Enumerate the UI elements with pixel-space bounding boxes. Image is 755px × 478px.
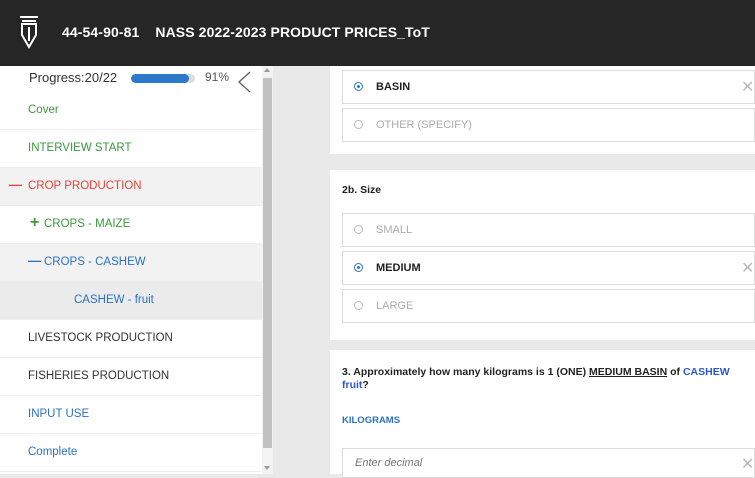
radio-empty-icon (354, 301, 363, 310)
decimal-input[interactable] (353, 456, 717, 470)
plus-icon: + (30, 214, 40, 231)
option-medium[interactable]: MEDIUM ✕ (342, 251, 755, 285)
sidebar-item-cashew-fruit[interactable]: CASHEW - fruit (0, 282, 262, 320)
sidebar-item-interview-start[interactable]: INTERVIEW START (0, 130, 262, 168)
collapse-sidebar-chevron-icon[interactable] (233, 70, 255, 94)
minus-icon: — (28, 253, 41, 268)
radio-empty-icon (354, 120, 363, 129)
option-label: BASIN (376, 81, 411, 93)
sidebar-item-fisheries-production[interactable]: FISHERIES PRODUCTION (0, 358, 262, 396)
question-prefix: 3. Approximately how many kilograms is 1… (342, 366, 590, 378)
interview-id: 44-54-90-81 (62, 24, 140, 40)
scrollbar-thumb[interactable] (263, 78, 272, 448)
radio-empty-icon (354, 225, 363, 234)
sidebar-item-crops-maize[interactable]: + CROPS - MAIZE (0, 206, 262, 244)
scroll-up-arrow-icon[interactable] (264, 68, 270, 72)
sidebar-item-cover[interactable]: Cover (0, 92, 262, 130)
questionnaire-title: NASS 2022-2023 PRODUCT PRICES_ToT (155, 24, 430, 40)
option-label: LARGE (376, 300, 414, 312)
sidebar-item-label: CROP PRODUCTION (28, 180, 142, 192)
progress-bar (131, 74, 195, 83)
question-suffix: ? (362, 379, 369, 391)
sidebar-item-input-use[interactable]: INPUT USE (0, 396, 262, 434)
minus-icon: — (9, 177, 22, 192)
kilograms-question-text: 3. Approximately how many kilograms is 1… (342, 366, 742, 392)
sidebar-item-label: CASHEW - fruit (74, 294, 154, 306)
option-basin[interactable]: BASIN ✕ (342, 70, 755, 104)
option-small[interactable]: SMALL (342, 213, 755, 247)
sidebar-item-label: CROPS - CASHEW (44, 256, 146, 268)
sidebar-item-livestock-production[interactable]: LIVESTOCK PRODUCTION (0, 320, 262, 358)
pen-nib-logo-icon (20, 16, 38, 49)
scroll-down-arrow-icon[interactable] (264, 466, 270, 470)
clear-answer-icon[interactable]: ✕ (741, 258, 754, 278)
sidebar-scrollbar[interactable] (262, 66, 273, 474)
sidebar-item-crop-production[interactable]: — CROP PRODUCTION (0, 168, 262, 206)
progress-percent: 91% (205, 70, 230, 84)
option-label: OTHER (SPECIFY) (376, 119, 472, 131)
sidebar-item-label: LIVESTOCK PRODUCTION (28, 332, 173, 344)
option-large[interactable]: LARGE (342, 289, 755, 323)
option-label: SMALL (376, 224, 413, 236)
section-sidebar: Progress:20/22 91% Cover INTERVIEW START… (0, 66, 262, 474)
clear-input-icon[interactable]: ✕ (741, 454, 754, 474)
question-unit-size: MEDIUM BASIN (589, 366, 668, 378)
sidebar-item-complete[interactable]: Complete (0, 434, 262, 472)
sidebar-item-label: INTERVIEW START (28, 142, 132, 154)
clear-answer-icon[interactable]: ✕ (741, 77, 754, 97)
progress-label: Progress:20/22 (29, 70, 118, 85)
option-label: MEDIUM (376, 262, 421, 274)
size-question-label: 2b. Size (342, 184, 382, 196)
progress-row: Progress:20/22 91% (0, 66, 262, 94)
sidebar-item-crops-cashew[interactable]: — CROPS - CASHEW (0, 244, 262, 282)
header-title: 44-54-90-81 NASS 2022-2023 PRODUCT PRICES… (62, 24, 430, 40)
sidebar-item-label: INPUT USE (28, 408, 90, 420)
progress-fill (131, 74, 190, 83)
units-label: KILOGRAMS (342, 415, 401, 426)
question-middle: of (667, 366, 683, 378)
app-header: 44-54-90-81 NASS 2022-2023 PRODUCT PRICES… (0, 0, 755, 66)
sidebar-item-label: FISHERIES PRODUCTION (28, 370, 170, 382)
radio-selected-icon (354, 82, 363, 91)
sidebar-item-label: CROPS - MAIZE (44, 218, 131, 230)
option-other-specify[interactable]: OTHER (SPECIFY) (342, 108, 755, 142)
sidebar-item-label: Complete (28, 446, 78, 458)
sidebar-item-label: Cover (28, 104, 59, 116)
radio-selected-icon (354, 263, 363, 272)
